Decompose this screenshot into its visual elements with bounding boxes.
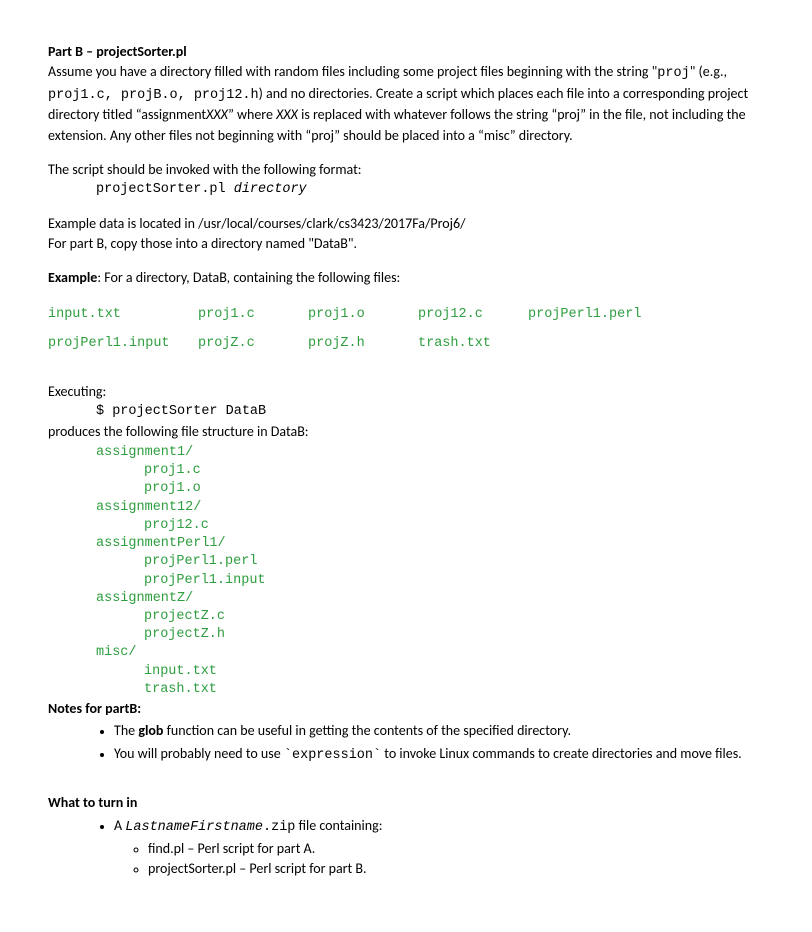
- note-item: The glob function can be useful in getti…: [114, 721, 764, 741]
- file-item: projZ.c: [198, 334, 298, 354]
- turnin-subitem: find.pl – Perl script for part A.: [148, 839, 764, 859]
- turnin-item: A LastnameFirstname.zip file containing:: [114, 816, 764, 838]
- executing-command: $ projectSorter DataB: [48, 402, 764, 422]
- turnin-subitem: projectSorter.pl – Perl script for part …: [148, 859, 764, 879]
- file-item: proj1.c: [198, 305, 298, 325]
- intro-t4: ” where: [228, 106, 276, 123]
- document-page: Part B – projectSorter.pl Assume you hav…: [0, 0, 812, 928]
- note2-a: You will probably need to use: [114, 745, 284, 762]
- tree-line: projPerl1.input: [48, 572, 764, 590]
- turnin-list: A LastnameFirstname.zip file containing:: [48, 816, 764, 838]
- note2-c: to invoke Linux commands to create direc…: [381, 745, 742, 762]
- file-item: projPerl1.input: [48, 334, 188, 354]
- example-data-l1: Example data is located in /usr/local/co…: [48, 214, 764, 234]
- example-data-l2: For part B, copy those into a directory …: [48, 234, 764, 254]
- invoke-cmd-a: projectSorter.pl: [96, 182, 234, 197]
- tree-line: trash.txt: [48, 681, 764, 699]
- notes-list: The glob function can be useful in getti…: [48, 721, 764, 765]
- tree-line: assignmentZ/: [48, 590, 764, 608]
- file-item: proj1.o: [308, 305, 408, 325]
- invoke-cmd-b: directory: [234, 182, 307, 197]
- result-tree: assignment1/ proj1.c proj1.o assignment1…: [48, 444, 764, 699]
- tree-line: proj1.o: [48, 480, 764, 498]
- tree-line: projectZ.h: [48, 626, 764, 644]
- invoke-sentence: The script should be invoked with the fo…: [48, 160, 764, 180]
- example-line: Example: For a directory, DataB, contain…: [48, 268, 764, 288]
- turnin-heading: What to turn in: [48, 793, 764, 813]
- file-item: projZ.h: [308, 334, 408, 354]
- tree-line: proj1.c: [48, 462, 764, 480]
- tree-line: assignment1/: [48, 444, 764, 462]
- turnin-c: .zip: [263, 820, 295, 835]
- intro-proj: proj: [657, 66, 689, 81]
- tree-line: projPerl1.perl: [48, 553, 764, 571]
- turnin-d: file containing:: [295, 817, 382, 834]
- note1-a: The: [114, 722, 138, 739]
- intro-paragraph: Assume you have a directory filled with …: [48, 62, 764, 146]
- tree-line: assignment12/: [48, 499, 764, 517]
- produces-label: produces the following file structure in…: [48, 422, 764, 442]
- note-item: You will probably need to use `expressio…: [114, 744, 764, 766]
- notes-heading: Notes for partB:: [48, 699, 764, 719]
- tree-line: assignmentPerl1/: [48, 535, 764, 553]
- executing-label: Executing:: [48, 382, 764, 402]
- file-list-grid: input.txt proj1.c proj1.o proj12.c projP…: [48, 305, 764, 354]
- section-heading-partb: Part B – projectSorter.pl: [48, 42, 764, 62]
- note2-b: `expression`: [284, 748, 381, 763]
- note1-c: function can be useful in getting the co…: [163, 722, 571, 739]
- turnin-a: A: [114, 817, 125, 834]
- tree-line: proj12.c: [48, 517, 764, 535]
- file-item: input.txt: [48, 305, 188, 325]
- file-item: proj12.c: [418, 305, 518, 325]
- file-item: projPerl1.perl: [528, 305, 668, 325]
- intro-xxx2: XXX: [276, 106, 298, 123]
- tree-line: misc/: [48, 644, 764, 662]
- intro-t2: " (e.g.,: [690, 63, 727, 80]
- intro-eg: proj1.c, projB.o, proj12.h: [48, 88, 259, 103]
- example-bold: Example: [48, 269, 97, 286]
- note1-b: glob: [138, 722, 163, 739]
- example-rest: : For a directory, DataB, containing the…: [97, 269, 400, 286]
- turnin-sublist: find.pl – Perl script for part A. projec…: [48, 839, 764, 880]
- tree-line: projectZ.c: [48, 608, 764, 626]
- tree-line: input.txt: [48, 663, 764, 681]
- file-item: [528, 334, 668, 354]
- invoke-command: projectSorter.pl directory: [48, 180, 764, 200]
- file-item: trash.txt: [418, 334, 518, 354]
- intro-xxx1: XXX: [206, 106, 228, 123]
- intro-t1: Assume you have a directory filled with …: [48, 63, 657, 80]
- turnin-b: LastnameFirstname: [125, 820, 263, 835]
